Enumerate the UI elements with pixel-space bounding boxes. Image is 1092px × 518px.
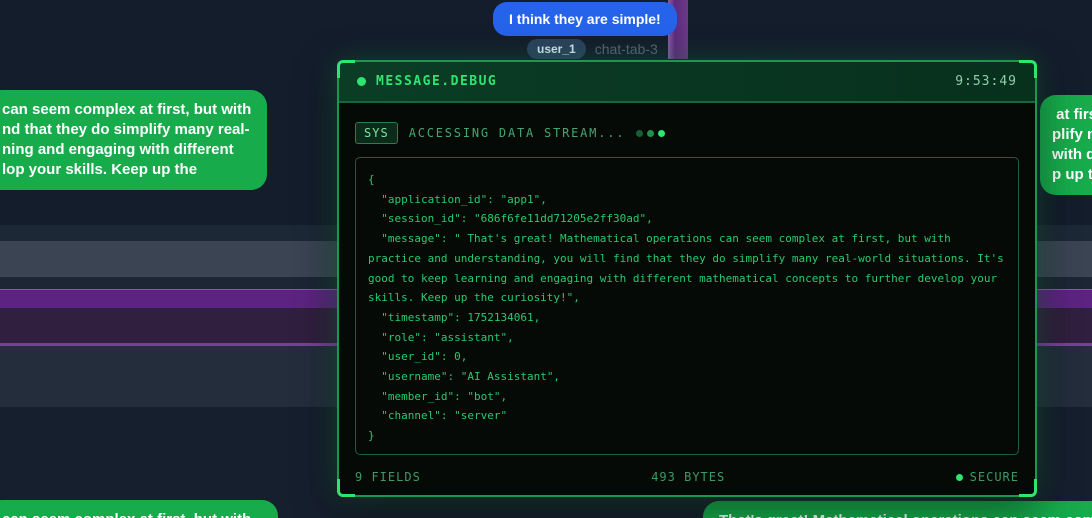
- data-stream-status-row: SYS ACCESSING DATA STREAM...: [355, 121, 1019, 145]
- loading-dot: [658, 129, 666, 137]
- modal-header: MESSAGE.DEBUG 9:53:49: [339, 62, 1035, 103]
- status-dot-icon: [357, 77, 366, 86]
- username-badge: user_1: [527, 39, 586, 59]
- chat-app-screen: can seem complex at first, but with nd t…: [0, 0, 1092, 518]
- assistant-message-bubble-bottom-right: That's great! Mathematical operations ca…: [703, 501, 1092, 518]
- user-message-bubble: I think they are simple!: [493, 2, 677, 36]
- corner-bracket-bottom-right: [1019, 479, 1037, 497]
- fields-count-label: 9 FIELDS: [355, 470, 421, 484]
- assistant-message-bubble-right: at first, bu plify many with differ p up…: [1040, 95, 1092, 195]
- message-debug-modal: MESSAGE.DEBUG 9:53:49 SYS ACCESSING DATA…: [337, 60, 1037, 497]
- channel-label: chat-tab-3: [594, 41, 658, 57]
- assistant-message-bubble-left: can seem complex at first, but with nd t…: [0, 90, 268, 190]
- json-payload-box: { "application_id": "app1", "session_id"…: [355, 157, 1019, 455]
- bytes-count-label: 493 BYTES: [651, 470, 726, 484]
- modal-body: SYS ACCESSING DATA STREAM... { "applicat…: [339, 103, 1035, 455]
- loading-dot: [636, 129, 644, 137]
- sys-badge: SYS: [355, 122, 398, 144]
- secure-label: SECURE: [969, 470, 1019, 484]
- secure-status: SECURE: [955, 470, 1019, 484]
- modal-header-left: MESSAGE.DEBUG: [357, 74, 497, 89]
- data-stream-status-text: ACCESSING DATA STREAM...: [408, 126, 626, 140]
- modal-title: MESSAGE.DEBUG: [376, 74, 498, 89]
- modal-footer: 9 FIELDS 493 BYTES SECURE: [355, 468, 1019, 486]
- json-payload-text: { "application_id": "app1", "session_id"…: [368, 173, 1004, 443]
- corner-bracket-top-left: [337, 60, 355, 78]
- message-meta-row: user_1 chat-tab-3: [527, 39, 658, 59]
- corner-bracket-bottom-left: [337, 479, 355, 497]
- secure-dot-icon: [955, 473, 963, 481]
- loading-dots-icon: [636, 129, 666, 137]
- corner-bracket-top-right: [1019, 60, 1037, 78]
- modal-timestamp: 9:53:49: [955, 74, 1017, 89]
- assistant-message-bubble-bottom-left: can seem complex at first, but with: [0, 500, 278, 518]
- loading-dot: [647, 129, 655, 137]
